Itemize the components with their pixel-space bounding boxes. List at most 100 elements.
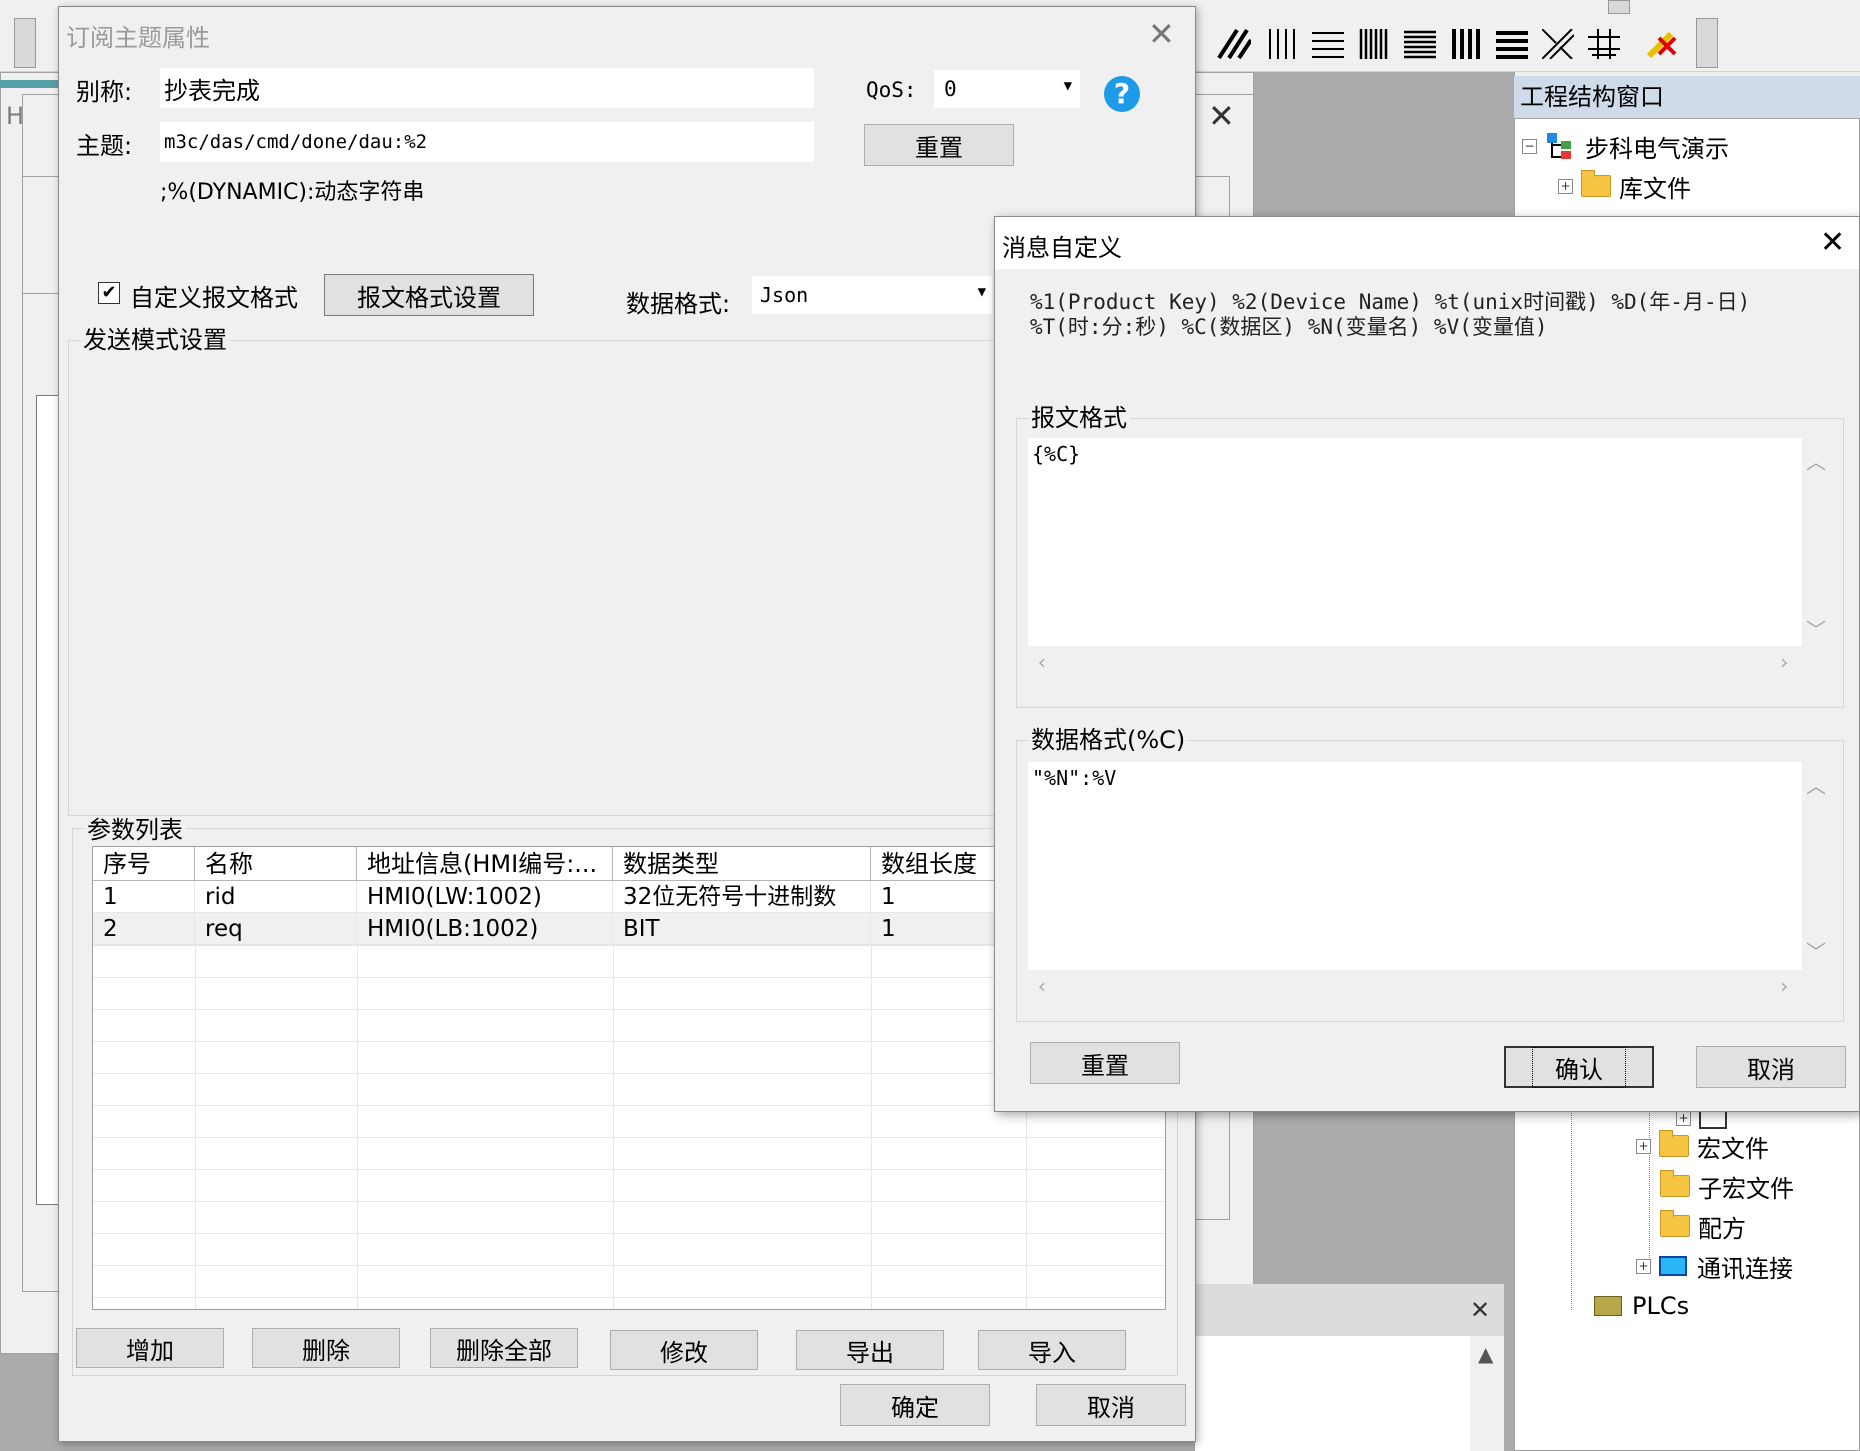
delete-all-button[interactable]: 删除全部 [430, 1328, 578, 1368]
tree-item-label: 通讯连接 [1697, 1254, 1793, 1283]
tree-item-recipe[interactable]: 配方 [1660, 1210, 1746, 1243]
output-window-header [1194, 1284, 1504, 1336]
data-format-textarea[interactable]: "%N":%V ︿ ﹀ ‹ › [1028, 762, 1836, 1000]
reset-button[interactable]: 重置 [864, 124, 1014, 166]
custom-format-checkbox[interactable]: ✔ [98, 282, 120, 304]
empty-rows-columns [195, 945, 1027, 1309]
vertical-lines-icon[interactable] [1262, 22, 1302, 66]
modify-button[interactable]: 修改 [610, 1330, 758, 1370]
cancel-button[interactable]: 取消 [1036, 1384, 1186, 1426]
help-icon[interactable]: ? [1104, 76, 1140, 112]
tree-item-plcs[interactable]: PLCs [1594, 1290, 1689, 1322]
tree-item-project[interactable]: − 步科电气演示 [1522, 130, 1729, 163]
alias-label: 别称: [76, 78, 133, 106]
folder-icon [1581, 170, 1611, 197]
scroll-down-icon[interactable]: ﹀ [1806, 614, 1826, 643]
delete-button[interactable]: 删除 [252, 1328, 400, 1368]
message-reset-button[interactable]: 重置 [1030, 1042, 1180, 1084]
scroll-up-icon[interactable]: ︿ [1806, 770, 1826, 799]
column-header-type[interactable]: 数据类型 [613, 847, 871, 881]
toolbar-grip-right[interactable] [1696, 18, 1718, 68]
close-icon[interactable]: ✕ [1148, 18, 1175, 50]
empty-col-sep-2 [613, 945, 614, 1309]
send-mode-group-title: 发送模式设置 [80, 326, 230, 354]
dynamic-hint: ;%(DYNAMIC):动态字符串 [160, 180, 425, 205]
params-group-title: 参数列表 [84, 816, 186, 844]
hatch-diagonal-icon[interactable] [1214, 22, 1254, 66]
scroll-left-icon[interactable]: ‹ [1036, 650, 1048, 674]
output-scroll-up-icon[interactable]: ▲ [1478, 1342, 1493, 1366]
horizontal-lines-icon[interactable] [1308, 22, 1348, 66]
tree-item-communication[interactable]: + 通讯连接 [1636, 1250, 1793, 1283]
data-format-select[interactable]: Json ▼ [752, 276, 992, 314]
scroll-up-icon[interactable]: ︿ [1806, 446, 1826, 475]
import-button[interactable]: 导入 [978, 1330, 1126, 1370]
close-icon[interactable]: ✕ [1820, 228, 1845, 258]
alias-input[interactable]: 抄表完成 [160, 68, 814, 108]
column-header-address[interactable]: 地址信息(HMI编号:... [357, 847, 613, 881]
custom-format-label[interactable]: 自定义报文格式 [130, 278, 298, 313]
cell-name: req [195, 913, 357, 945]
scroll-down-icon[interactable]: ﹀ [1806, 936, 1826, 965]
add-button[interactable]: 增加 [76, 1328, 224, 1368]
dropdown-arrow-icon: ▼ [1063, 78, 1072, 94]
tree-item-label: PLCs [1632, 1292, 1690, 1320]
bold-horizontal-icon[interactable] [1492, 22, 1532, 66]
erase-icon[interactable] [1642, 22, 1682, 66]
cell-type: 32位无符号十进制数 [613, 881, 871, 913]
back-window-close-icon[interactable]: ✕ [1208, 100, 1235, 132]
placeholder-description: %1(Product Key) %2(Device Name) %t(unix时… [1030, 290, 1751, 339]
monitor-icon [1659, 1256, 1687, 1276]
expand-icon[interactable]: + [1636, 1138, 1651, 1154]
project-tree-title: 工程结构窗口 [1514, 76, 1860, 118]
qos-select[interactable]: 0 ▼ [934, 70, 1080, 108]
tree-line-sub [1649, 1100, 1650, 1270]
cell-address: HMI0(LB:1002) [357, 913, 613, 945]
dense-horizontal-icon[interactable] [1400, 22, 1440, 66]
grid-pattern-icon[interactable] [1584, 22, 1624, 66]
column-header-index[interactable]: 序号 [93, 847, 195, 881]
format-settings-button[interactable]: 报文格式设置 [324, 274, 534, 316]
message-format-textarea[interactable]: {%C} ︿ ﹀ ‹ › [1028, 438, 1836, 676]
dialog-title: 订阅主题属性 [66, 24, 210, 52]
toolbar-grip[interactable] [14, 18, 36, 68]
tree-item-label: 库文件 [1619, 174, 1691, 203]
output-window-body [1194, 1336, 1504, 1451]
message-format-value: {%C} [1032, 442, 1081, 466]
message-cancel-button[interactable]: 取消 [1696, 1046, 1846, 1088]
collapse-icon[interactable]: − [1522, 138, 1537, 154]
tree-item-label: 配方 [1698, 1214, 1746, 1243]
cross-hatch-icon[interactable] [1538, 22, 1578, 66]
expand-icon[interactable]: + [1676, 1110, 1691, 1126]
horizontal-scrollbar[interactable] [1028, 646, 1836, 676]
scroll-left-icon[interactable]: ‹ [1036, 974, 1048, 998]
confirm-button-label: 确认 [1532, 1046, 1626, 1088]
horizontal-scrollbar[interactable] [1028, 970, 1836, 1000]
expand-icon[interactable]: + [1558, 178, 1573, 194]
ok-button[interactable]: 确定 [840, 1384, 990, 1426]
scroll-right-icon[interactable]: › [1778, 650, 1790, 674]
tree-item-library[interactable]: + 库文件 [1558, 170, 1691, 203]
column-header-name[interactable]: 名称 [195, 847, 357, 881]
back-panel-left [22, 176, 62, 294]
expand-icon[interactable]: + [1636, 1258, 1651, 1274]
data-format-value: "%N":%V [1032, 766, 1117, 790]
bold-vertical-icon[interactable] [1446, 22, 1486, 66]
toolbar-grip-top[interactable] [1608, 0, 1630, 14]
topic-input[interactable]: m3c/das/cmd/done/dau:%2 [160, 122, 814, 162]
confirm-button[interactable]: 确认 [1504, 1046, 1654, 1088]
tree-item-submacro[interactable]: 子宏文件 [1660, 1170, 1794, 1203]
empty-col-sep-1 [357, 945, 358, 1309]
tree-item-label: 步科电气演示 [1585, 134, 1729, 163]
tree-line [1571, 1100, 1572, 1310]
output-window-close-icon[interactable]: ✕ [1470, 1298, 1490, 1322]
message-dialog-titlebar [995, 217, 1859, 269]
folder-icon [1660, 1210, 1690, 1237]
folder-icon [1660, 1170, 1690, 1197]
data-format-group-title: 数据格式(%C) [1028, 726, 1189, 754]
qos-value: 0 [944, 77, 957, 101]
dense-vertical-icon[interactable] [1354, 22, 1394, 66]
tree-item-macro[interactable]: + 宏文件 [1636, 1130, 1769, 1163]
scroll-right-icon[interactable]: › [1778, 974, 1790, 998]
export-button[interactable]: 导出 [796, 1330, 944, 1370]
